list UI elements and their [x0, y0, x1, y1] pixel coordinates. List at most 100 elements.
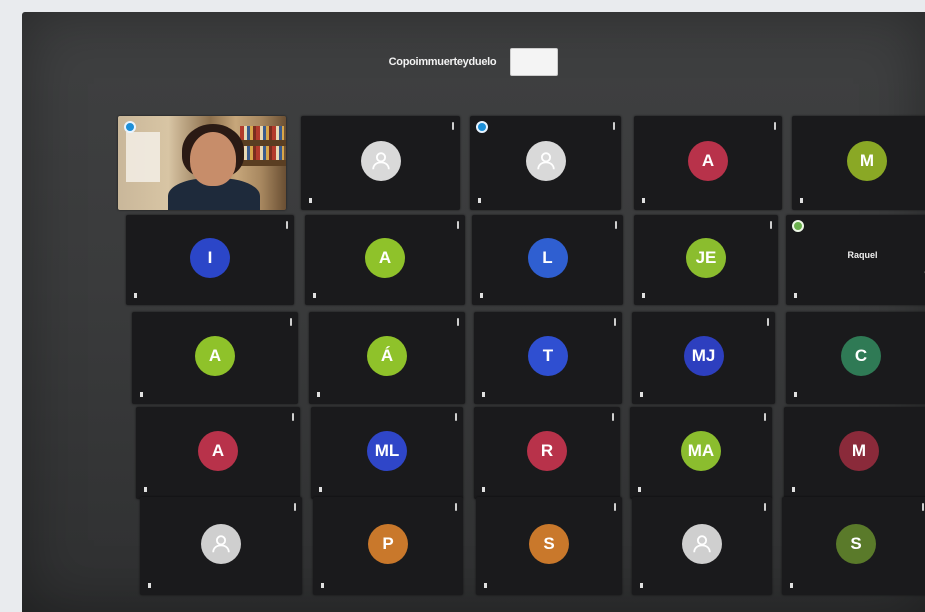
signal-icon: [794, 292, 799, 299]
participant-tile[interactable]: [140, 497, 302, 595]
signal-icon: [790, 582, 795, 589]
more-options-icon[interactable]: [612, 413, 614, 421]
more-options-icon[interactable]: [614, 503, 616, 511]
participant-tile[interactable]: A: [305, 215, 465, 305]
shelf: [238, 160, 286, 166]
participant-face: [190, 132, 236, 186]
more-options-icon[interactable]: [774, 122, 776, 130]
participant-tile[interactable]: MA: [630, 407, 772, 499]
speaking-indicator-icon: [124, 121, 136, 133]
default-avatar: [525, 141, 566, 182]
signal-icon: [800, 197, 805, 204]
participant-tile[interactable]: M: [784, 407, 925, 499]
meeting-info-box[interactable]: [510, 48, 559, 76]
signal-icon: [134, 292, 139, 299]
signal-icon: [642, 197, 647, 204]
more-options-icon[interactable]: [457, 318, 459, 326]
signal-icon: [792, 486, 797, 493]
participant-tile[interactable]: [470, 116, 621, 210]
more-options-icon[interactable]: [613, 122, 615, 130]
default-avatar: [201, 524, 241, 565]
bookshelf: [240, 126, 284, 140]
person-icon: [371, 152, 390, 170]
participant-name: Raquel: [847, 249, 878, 260]
participant-tile[interactable]: S: [476, 497, 622, 595]
initials-avatar: S: [836, 524, 876, 565]
more-options-icon[interactable]: [615, 221, 617, 229]
participant-tile[interactable]: M: [792, 116, 925, 210]
participant-tile[interactable]: MJ: [632, 312, 775, 404]
participant-tile[interactable]: L: [472, 215, 623, 305]
initials-avatar: A: [365, 238, 405, 279]
more-options-icon[interactable]: [286, 221, 288, 229]
more-options-icon[interactable]: [455, 413, 457, 421]
participant-tile[interactable]: A: [132, 312, 298, 404]
participant-tile[interactable]: I: [126, 215, 294, 305]
participant-tile[interactable]: Raquel: [786, 215, 925, 305]
initials-avatar: M: [839, 431, 879, 472]
signal-icon: [144, 486, 149, 493]
signal-icon: [313, 292, 318, 299]
more-options-icon[interactable]: [767, 318, 769, 326]
initials-avatar: Á: [367, 336, 407, 377]
person-icon: [693, 535, 711, 553]
initials-avatar: MA: [681, 431, 721, 472]
participant-tile[interactable]: S: [782, 497, 925, 595]
initials-avatar: C: [841, 336, 881, 377]
more-options-icon[interactable]: [764, 503, 766, 511]
background-window: [126, 132, 160, 182]
default-avatar: [360, 141, 401, 182]
signal-icon: [640, 391, 645, 398]
more-options-icon[interactable]: [922, 503, 924, 511]
more-options-icon[interactable]: [457, 221, 459, 229]
signal-icon: [794, 391, 799, 398]
initials-avatar: P: [368, 524, 408, 565]
meeting-title: Copoimmuerteyduelo: [388, 56, 497, 68]
more-options-icon[interactable]: [614, 318, 616, 326]
participant-tile[interactable]: A: [634, 116, 782, 210]
more-options-icon[interactable]: [290, 318, 292, 326]
signal-icon: [321, 582, 326, 589]
signal-icon: [482, 391, 487, 398]
person-icon: [536, 152, 555, 170]
participant-tile[interactable]: T: [474, 312, 622, 404]
initials-avatar: I: [190, 238, 230, 279]
signal-icon: [317, 391, 322, 398]
more-options-icon[interactable]: [452, 122, 454, 130]
initials-avatar: T: [528, 336, 568, 377]
more-options-icon[interactable]: [764, 413, 766, 421]
bookshelf: [240, 146, 284, 160]
signal-icon: [148, 582, 153, 589]
initials-avatar: R: [527, 431, 567, 472]
participant-tile[interactable]: [118, 116, 286, 210]
participant-tile[interactable]: [632, 497, 772, 595]
participant-tile[interactable]: C: [786, 312, 925, 404]
signal-icon: [319, 486, 324, 493]
default-avatar: [682, 524, 722, 565]
initials-avatar: S: [529, 524, 569, 565]
speaking-indicator-icon: [476, 121, 488, 133]
participant-tile[interactable]: P: [313, 497, 463, 595]
initials-avatar: A: [198, 431, 238, 472]
participant-tile[interactable]: A: [136, 407, 300, 499]
signal-icon: [484, 582, 489, 589]
more-options-icon[interactable]: [455, 503, 457, 511]
speaking-indicator-icon: [792, 220, 804, 232]
more-options-icon[interactable]: [770, 221, 772, 229]
initials-avatar: ML: [367, 431, 407, 472]
participant-tile[interactable]: ML: [311, 407, 463, 499]
initials-avatar: JE: [686, 238, 726, 279]
signal-icon: [482, 486, 487, 493]
participant-tile[interactable]: JE: [634, 215, 778, 305]
initials-avatar: M: [847, 141, 887, 182]
initials-avatar: L: [527, 238, 568, 279]
more-options-icon[interactable]: [292, 413, 294, 421]
initials-avatar: A: [195, 336, 235, 377]
meeting-header: Copoimmuerteyduelo: [22, 42, 925, 82]
participant-tile[interactable]: Á: [309, 312, 465, 404]
participant-tile[interactable]: R: [474, 407, 620, 499]
participant-tile[interactable]: [301, 116, 460, 210]
signal-icon: [140, 391, 145, 398]
more-options-icon[interactable]: [294, 503, 296, 511]
initials-avatar: A: [688, 141, 728, 182]
